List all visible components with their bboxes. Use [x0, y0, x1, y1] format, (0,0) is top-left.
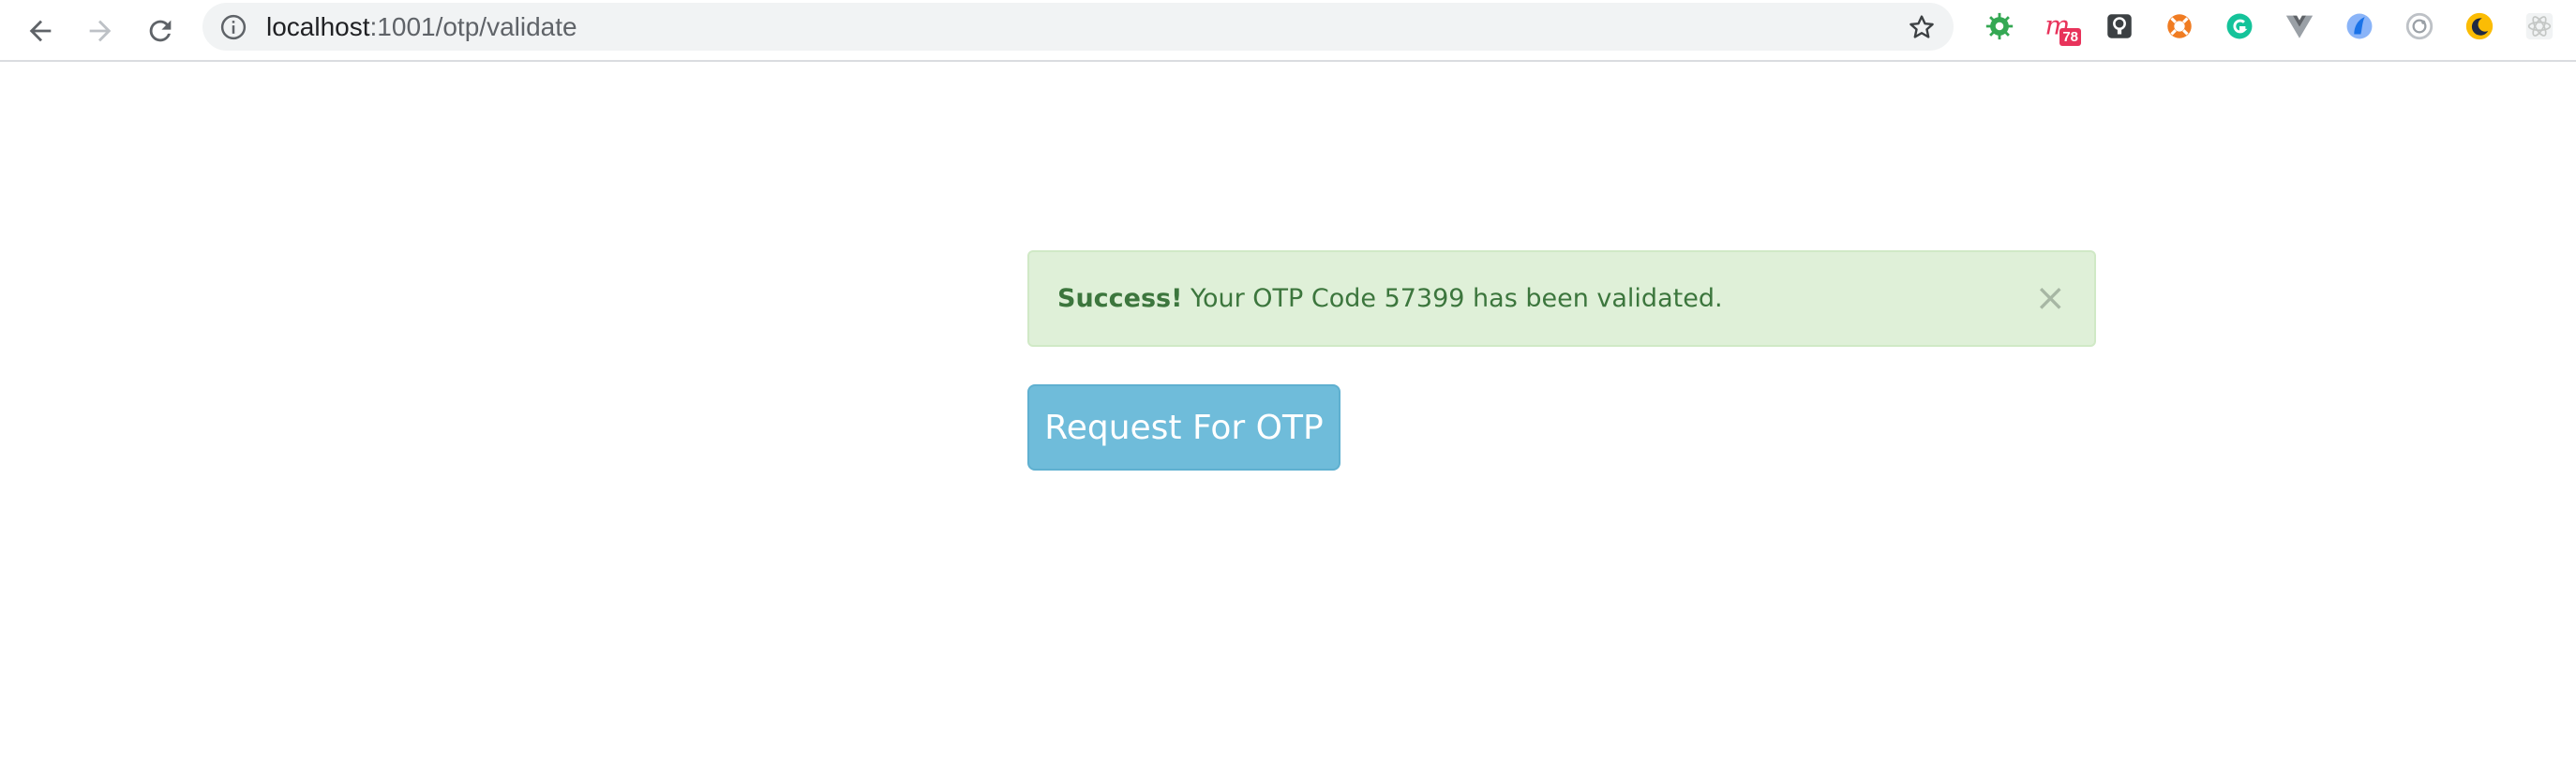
close-icon[interactable]: × — [2034, 252, 2066, 345]
arrow-right-icon — [89, 20, 112, 42]
bookmark-star-icon[interactable] — [1907, 12, 1937, 42]
bulb-extension-icon[interactable] — [2104, 10, 2135, 42]
react-extension-icon[interactable] — [2524, 10, 2555, 42]
request-otp-button[interactable]: Request For OTP — [1027, 384, 1340, 471]
arrow-left-icon — [29, 20, 52, 42]
lifebuoy-extension-icon[interactable] — [2164, 10, 2195, 42]
notion-extension-icon[interactable]: m 78 — [2044, 10, 2081, 46]
alert-text: Your OTP Code 57399 has been validated. — [1182, 284, 1723, 313]
url-path: :1001/otp/validate — [369, 12, 577, 41]
forward-button[interactable] — [79, 9, 122, 52]
reload-button[interactable] — [139, 9, 182, 52]
bug-extension-icon[interactable] — [1984, 10, 2015, 42]
alert-message: Success! Your OTP Code 57399 has been va… — [1057, 252, 1723, 345]
sync-extension-icon[interactable] — [2404, 10, 2435, 42]
alert-strong-label: Success! — [1057, 284, 1183, 313]
back-button[interactable] — [19, 9, 62, 52]
success-alert: Success! Your OTP Code 57399 has been va… — [1027, 250, 2096, 347]
info-icon[interactable] — [219, 13, 247, 41]
grammarly-extension-icon[interactable] — [2224, 10, 2255, 42]
vue-extension-icon[interactable] — [2284, 10, 2315, 42]
extension-badge: 78 — [2059, 28, 2081, 46]
url-text: localhost:1001/otp/validate — [266, 3, 577, 51]
browser-toolbar: localhost:1001/otp/validate m 78 — [0, 0, 2576, 62]
url-host: localhost — [266, 12, 370, 41]
dark-reader-extension-icon[interactable] — [2464, 10, 2495, 42]
reload-icon — [149, 20, 172, 42]
address-bar[interactable]: localhost:1001/otp/validate — [202, 3, 1954, 51]
nordpass-extension-icon[interactable] — [2344, 10, 2375, 42]
